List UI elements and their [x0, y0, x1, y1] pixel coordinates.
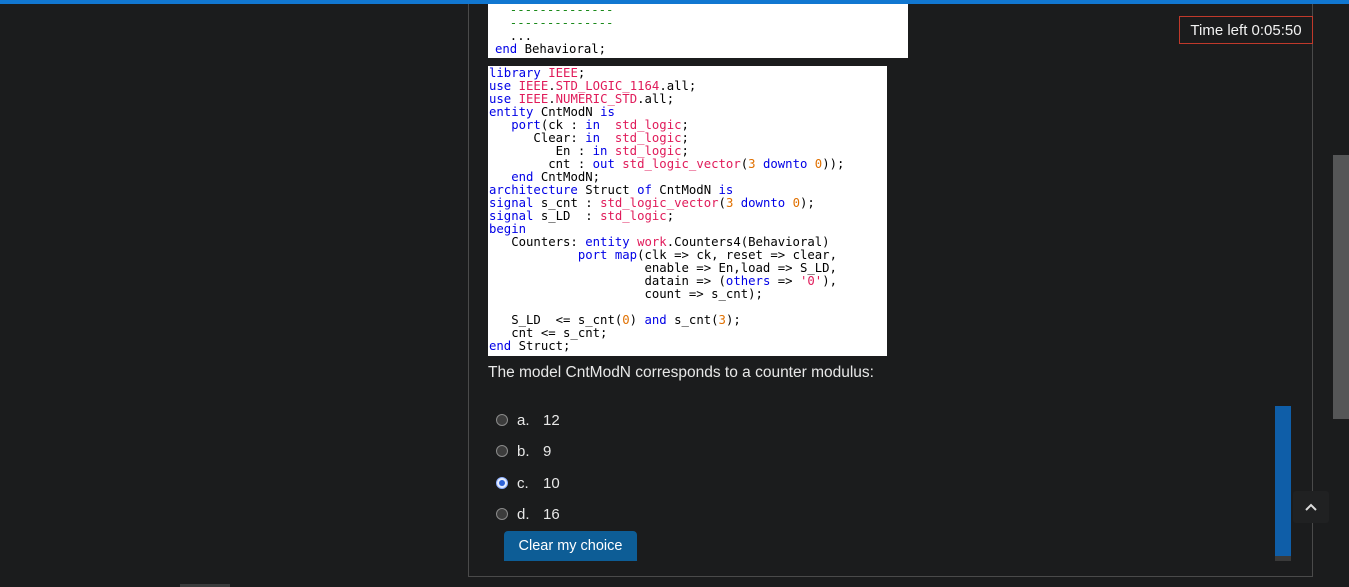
- code-line: begin: [489, 222, 527, 236]
- radio-option-d[interactable]: [496, 508, 508, 520]
- scroll-to-top-button[interactable]: [1293, 491, 1329, 523]
- code-line: end Behavioral;: [495, 42, 607, 56]
- time-left-timer: Time left 0:05:50: [1179, 16, 1313, 44]
- code-line: --------------: [495, 16, 614, 30]
- code-line: library IEEE;: [489, 66, 586, 80]
- code-line: Clear: in std_logic;: [489, 131, 689, 145]
- code-line: count => s_cnt);: [489, 287, 763, 301]
- clear-my-choice-button[interactable]: Clear my choice: [504, 531, 637, 561]
- code-line: architecture Struct of CntModN is: [489, 183, 734, 197]
- code-top-text: -------------- -------------- ... end Be…: [488, 4, 908, 56]
- option-b[interactable]: b. 9: [496, 441, 551, 461]
- code-line: enable => En,load => S_LD,: [489, 261, 837, 275]
- code-line: signal s_cnt : std_logic_vector(3 downto…: [489, 196, 815, 210]
- option-value: 12: [543, 411, 560, 429]
- radio-option-a[interactable]: [496, 414, 508, 426]
- code-line: use IEEE.NUMERIC_STD.all;: [489, 92, 675, 106]
- option-a[interactable]: a. 12: [496, 410, 560, 430]
- code-line: cnt : out std_logic_vector(3 downto 0));: [489, 157, 845, 171]
- chevron-up-icon: [1305, 503, 1317, 511]
- option-value: 16: [543, 505, 560, 523]
- option-d[interactable]: d. 16: [496, 504, 560, 524]
- quiz-navigation-scrollbar-end: [1275, 556, 1291, 561]
- code-line: Counters: entity work.Counters4(Behavior…: [489, 235, 830, 249]
- code-snippet-top: -------------- -------------- ... end Be…: [488, 4, 908, 58]
- option-letter: a.: [517, 411, 530, 429]
- option-c[interactable]: c. 10: [496, 473, 560, 493]
- code-line: signal s_LD : std_logic;: [489, 209, 675, 223]
- code-line: end CntModN;: [511, 170, 601, 184]
- code-line: S_LD <= s_cnt(0) and s_cnt(3);: [489, 313, 741, 327]
- code-line: end Struct;: [489, 339, 571, 353]
- code-line: use IEEE.STD_LOGIC_1164.all;: [489, 79, 697, 93]
- code-line: En : in std_logic;: [489, 144, 689, 158]
- option-letter: c.: [517, 474, 529, 492]
- radio-option-b[interactable]: [496, 445, 508, 457]
- question-text: The model CntModN corresponds to a count…: [488, 364, 874, 381]
- left-panel: [0, 4, 468, 587]
- option-value: 9: [543, 442, 552, 460]
- page-scrollbar-thumb[interactable]: [1333, 155, 1349, 419]
- code-line: --------------: [495, 3, 614, 17]
- code-line: port map(clk => ck, reset => clear,: [577, 248, 837, 262]
- code-line: datain => (others => '0'),: [489, 274, 837, 288]
- vhdl-code-image: library IEEE; use IEEE.STD_LOGIC_1164.al…: [488, 66, 887, 356]
- code-main-text: library IEEE; use IEEE.STD_LOGIC_1164.al…: [488, 66, 887, 353]
- quiz-navigation-scrollbar[interactable]: [1275, 406, 1291, 560]
- option-value: 10: [543, 474, 560, 492]
- option-letter: d.: [517, 505, 530, 523]
- code-line: cnt <= s_cnt;: [489, 326, 608, 340]
- code-line: entity CntModN is: [489, 105, 615, 119]
- code-line: ...: [495, 29, 533, 43]
- option-letter: b.: [517, 442, 530, 460]
- radio-option-c[interactable]: [496, 477, 508, 489]
- code-line: port(ck : in std_logic;: [511, 118, 689, 132]
